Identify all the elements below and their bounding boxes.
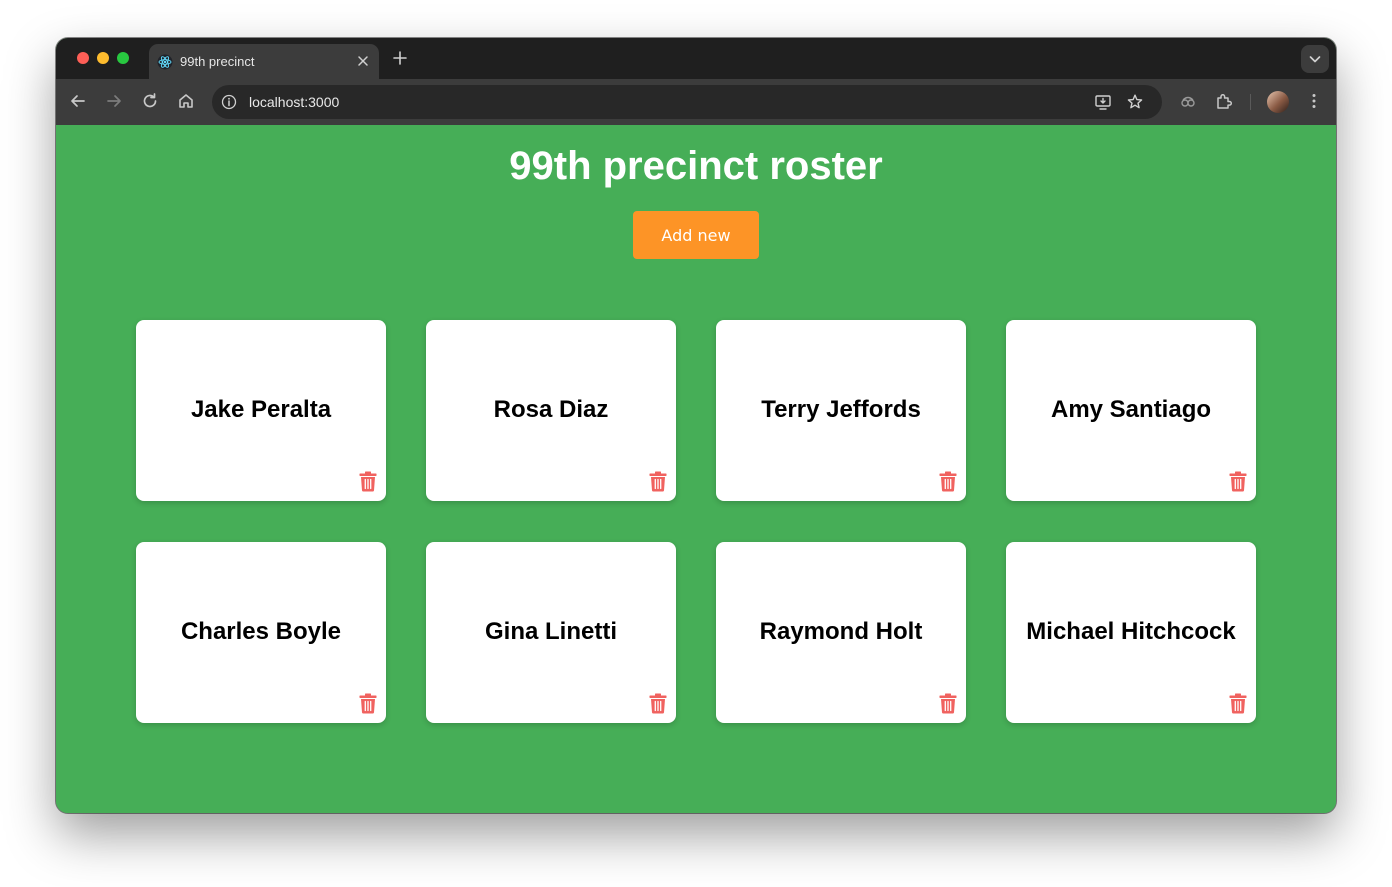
home-icon[interactable]: [176, 91, 196, 111]
roster-card: Gina Linetti: [426, 542, 676, 723]
card-name: Jake Peralta: [190, 396, 332, 423]
extensions-icon[interactable]: [1214, 91, 1234, 111]
chevron-down-icon: [1309, 56, 1321, 63]
trash-icon[interactable]: [648, 693, 668, 714]
page-content: 99th precinct roster Add new Jake Peralt…: [56, 125, 1336, 813]
card-name: Rosa Diaz: [493, 396, 609, 423]
browser-window: 99th precinct localhost:3000 99th precin…: [56, 38, 1336, 813]
card-name: Terry Jeffords: [761, 396, 921, 423]
trash-icon[interactable]: [938, 693, 958, 714]
trash-icon[interactable]: [358, 693, 378, 714]
star-icon[interactable]: [1126, 93, 1144, 111]
card-name: Charles Boyle: [180, 618, 342, 645]
back-icon[interactable]: [68, 91, 88, 111]
trash-icon[interactable]: [648, 471, 668, 492]
install-icon[interactable]: [1094, 93, 1112, 111]
roster-grid: Jake Peralta Rosa Diaz Terry Jeffords Am…: [136, 320, 1256, 723]
address-bar[interactable]: localhost:3000: [212, 85, 1162, 119]
card-name: Gina Linetti: [485, 618, 617, 645]
more-icon[interactable]: [1304, 91, 1324, 111]
roster-card: Terry Jeffords: [716, 320, 966, 501]
performance-icon[interactable]: [1178, 91, 1198, 111]
roster-card: Michael Hitchcock: [1006, 542, 1256, 723]
close-icon[interactable]: [355, 53, 371, 69]
url-text: localhost:3000: [249, 94, 340, 110]
tab-title: 99th precinct: [180, 54, 255, 69]
plus-icon[interactable]: [390, 47, 410, 69]
roster-card: Raymond Holt: [716, 542, 966, 723]
page-title: 99th precinct roster: [509, 144, 883, 188]
forward-icon[interactable]: [104, 91, 124, 111]
trash-icon[interactable]: [358, 471, 378, 492]
avatar[interactable]: [1267, 91, 1289, 113]
roster-card: Jake Peralta: [136, 320, 386, 501]
close-window-button[interactable]: [77, 52, 89, 64]
add-new-button[interactable]: Add new: [633, 211, 759, 259]
minimize-window-button[interactable]: [97, 52, 109, 64]
react-icon: [157, 54, 173, 70]
maximize-window-button[interactable]: [117, 52, 129, 64]
card-name: Michael Hitchcock: [1026, 618, 1236, 645]
roster-card: Rosa Diaz: [426, 320, 676, 501]
info-icon[interactable]: [221, 94, 237, 110]
tab-strip: 99th precinct: [56, 38, 1336, 79]
card-name: Amy Santiago: [1050, 396, 1212, 423]
roster-card: Charles Boyle: [136, 542, 386, 723]
browser-tab[interactable]: 99th precinct: [149, 44, 379, 79]
card-name: Raymond Holt: [759, 618, 923, 645]
trash-icon[interactable]: [938, 471, 958, 492]
trash-icon[interactable]: [1228, 693, 1248, 714]
tab-search-button[interactable]: [1301, 45, 1329, 73]
trash-icon[interactable]: [1228, 471, 1248, 492]
toolbar-divider: [1250, 94, 1251, 110]
browser-toolbar: localhost:3000: [56, 79, 1336, 125]
reload-icon[interactable]: [140, 91, 160, 111]
roster-card: Amy Santiago: [1006, 320, 1256, 501]
